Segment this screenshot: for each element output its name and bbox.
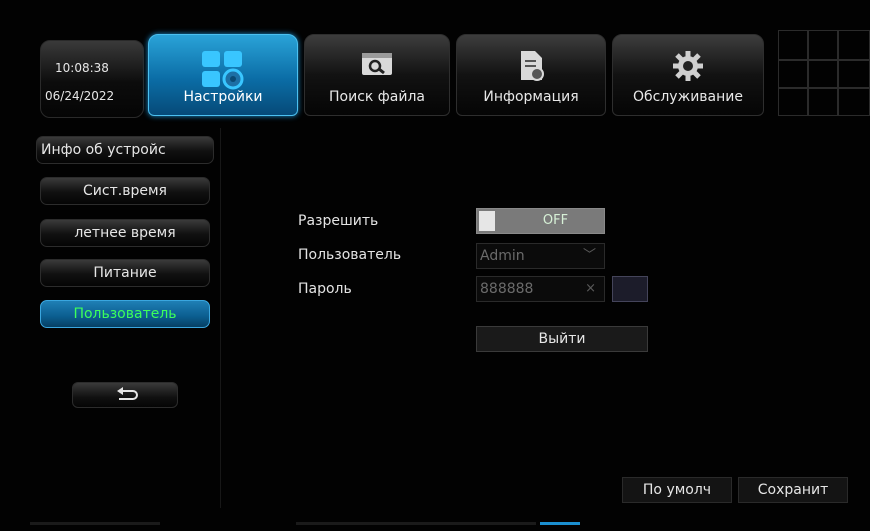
tab-information-label: Информация <box>483 89 579 105</box>
bottom-decor-line <box>30 522 160 525</box>
sidebar-item-user[interactable]: Пользователь <box>40 300 210 328</box>
sidebar-item-label: Питание <box>93 265 157 281</box>
password-value: 888888 <box>480 281 534 297</box>
logout-button[interactable]: Выйти <box>476 326 648 352</box>
clear-icon[interactable]: × <box>585 277 596 301</box>
bottom-decor-line <box>296 522 536 525</box>
sidebar-divider <box>220 128 221 508</box>
sidebar-item-label: Инфо об устройс <box>41 142 166 158</box>
search-file-icon <box>359 49 395 83</box>
toggle-state: OFF <box>542 213 569 228</box>
sidebar-item-daylight-time[interactable]: летнее время <box>40 219 210 247</box>
dvr-settings-screen: 10:08:38 06/24/2022 Настройки Поиск файл… <box>0 0 870 531</box>
user-label: Пользователь <box>298 247 402 263</box>
password-label: Пароль <box>298 281 352 297</box>
tab-settings[interactable]: Настройки <box>148 34 298 116</box>
default-label: По умолч <box>642 482 712 498</box>
information-icon <box>516 49 546 87</box>
tab-maintenance-label: Обслуживание <box>633 89 743 105</box>
chevron-down-icon: ﹀ <box>582 248 596 263</box>
bottom-accent-line <box>540 522 580 525</box>
maintenance-gear-icon <box>671 49 705 87</box>
tab-information[interactable]: Информация <box>456 34 606 116</box>
password-extra-box[interactable] <box>612 276 648 302</box>
user-select[interactable]: Admin ﹀ <box>476 243 605 269</box>
sidebar-item-label: летнее время <box>74 225 176 241</box>
tab-maintenance[interactable]: Обслуживание <box>612 34 764 116</box>
tab-settings-label: Настройки <box>183 89 263 105</box>
back-button[interactable] <box>72 382 178 408</box>
sidebar-item-power[interactable]: Питание <box>40 259 210 287</box>
clock-panel: 10:08:38 06/24/2022 <box>40 40 144 118</box>
enable-toggle[interactable]: OFF <box>476 208 605 234</box>
sidebar-item-device-info[interactable]: Инфо об устройс <box>36 136 214 164</box>
sidebar-item-system-time[interactable]: Сист.время <box>40 177 210 205</box>
logout-label: Выйти <box>538 331 586 347</box>
enable-label: Разрешить <box>298 213 379 229</box>
tab-file-search[interactable]: Поиск файла <box>304 34 450 116</box>
default-button[interactable]: По умолч <box>622 477 732 503</box>
decorative-grid <box>778 30 870 116</box>
toggle-knob <box>479 211 495 231</box>
sidebar-item-label: Пользователь <box>73 306 177 322</box>
sidebar-item-label: Сист.время <box>83 183 167 199</box>
save-label: Сохранит <box>757 482 829 498</box>
save-button[interactable]: Сохранит <box>738 477 848 503</box>
password-field[interactable]: 888888 × <box>476 276 605 302</box>
back-arrow-icon <box>115 387 139 407</box>
tab-file-search-label: Поиск файла <box>329 89 425 105</box>
user-value: Admin <box>480 248 525 264</box>
clock-date: 06/24/2022 <box>45 89 115 103</box>
clock-time: 10:08:38 <box>55 61 109 75</box>
